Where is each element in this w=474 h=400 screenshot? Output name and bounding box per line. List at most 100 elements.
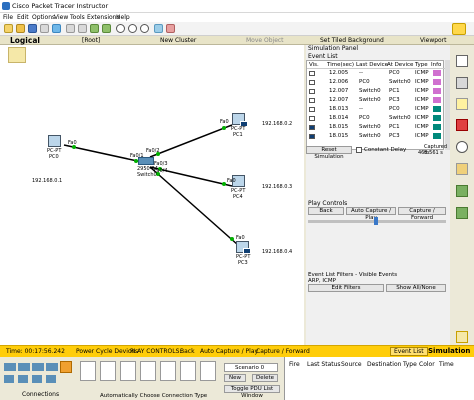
fiber-icon[interactable]	[160, 361, 176, 381]
draw-shape-icon[interactable]	[456, 163, 468, 175]
open-icon[interactable]	[16, 24, 25, 33]
zoom-in-icon[interactable]	[116, 24, 125, 33]
col-time: Time(sec)	[327, 62, 355, 68]
event-time: 18.014	[329, 115, 349, 121]
edit-filters-button[interactable]: Edit Filters	[308, 284, 384, 292]
switch-port-b-label: Fa0/2	[146, 148, 160, 154]
add-complex-pdu-icon[interactable]	[456, 207, 468, 219]
menu-edit[interactable]: Edit	[17, 14, 29, 21]
event-type: ICMP	[415, 106, 429, 112]
event-list-header: Vis. Time(sec) Last Device At Device Typ…	[307, 62, 445, 69]
menu-extensions[interactable]: Extensions	[87, 14, 120, 21]
connections-category-icon[interactable]	[60, 361, 72, 373]
event-row[interactable]: 12.007 Switch0 PC3 ICMP	[307, 97, 445, 104]
pc4-name-label: PC4	[233, 194, 243, 200]
straight-through-icon[interactable]	[120, 361, 136, 381]
new-icon[interactable]	[4, 24, 13, 33]
crossover-icon[interactable]	[140, 361, 156, 381]
hubs-category-icon[interactable]	[32, 363, 44, 371]
delete-scenario-button[interactable]: Delete	[252, 374, 278, 382]
event-row[interactable]: 18.015 Switch0 PC1 ICMP	[307, 124, 445, 131]
event-time: 18.015	[329, 124, 349, 130]
wireless-category-icon[interactable]	[46, 363, 58, 371]
power-cycle-button[interactable]: Power Cycle Devices	[76, 348, 138, 355]
logical-workspace[interactable]: PC-PT PC0 192.168.0.1 Fa0 2950-24 Switch…	[0, 45, 304, 345]
routers-category-icon[interactable]	[4, 363, 16, 371]
select-icon[interactable]	[456, 55, 468, 67]
event-type: ICMP	[415, 70, 429, 76]
toggle-pdu-list-button[interactable]: Toggle PDU List Window	[224, 385, 280, 399]
status-back-button[interactable]: Back	[180, 348, 195, 355]
viewport-button[interactable]: Viewport	[420, 37, 447, 44]
menu-view[interactable]: View	[54, 14, 68, 21]
logical-tab[interactable]: Logical	[10, 36, 40, 45]
zoom-out-icon[interactable]	[140, 24, 149, 33]
sim-panel-title: Simulation Panel	[308, 45, 359, 52]
constant-delay-checkbox[interactable]	[356, 147, 362, 153]
new-cluster-button[interactable]: New Cluster	[160, 37, 196, 44]
coaxial-icon[interactable]	[200, 361, 216, 381]
save-icon[interactable]	[28, 24, 37, 33]
multiuser-category-icon[interactable]	[46, 375, 56, 383]
capture-forward-button[interactable]: Capture / Forward	[398, 207, 446, 221]
wan-emulation-category-icon[interactable]	[18, 375, 28, 383]
col-type: Type	[415, 62, 428, 68]
pc0-name-label: PC0	[49, 154, 59, 160]
end-devices-category-icon[interactable]	[4, 375, 14, 383]
delete-icon[interactable]	[456, 119, 468, 131]
menu-help[interactable]: Help	[116, 14, 130, 21]
inspect-icon[interactable]	[456, 141, 468, 153]
event-row[interactable]: 18.015 Switch0 PC3 ICMP	[307, 133, 445, 140]
simulation-mode-tab[interactable]: Simulation	[428, 347, 470, 355]
help-icon[interactable]	[452, 23, 466, 35]
auto-capture-play-button[interactable]: Auto Capture / Play	[346, 207, 396, 221]
pdu-list-table[interactable]: Fire Last Status Source Destination Type…	[284, 357, 474, 400]
root-label[interactable]: [Root]	[82, 37, 100, 44]
menu-tools[interactable]: Tools	[70, 14, 85, 21]
zoom-reset-icon[interactable]	[128, 24, 137, 33]
auto-connection-icon[interactable]	[80, 361, 96, 381]
redo-icon[interactable]	[102, 24, 111, 33]
scenario-select[interactable]: Scenario 0	[224, 363, 278, 372]
copy-icon[interactable]	[66, 24, 75, 33]
phone-cable-icon[interactable]	[180, 361, 196, 381]
move-object-button[interactable]: Move Object	[246, 37, 284, 44]
custom-device-icon[interactable]	[166, 24, 175, 33]
event-row[interactable]: 18.014 PC0 Switch0 ICMP	[307, 115, 445, 122]
pc0-icon[interactable]	[48, 135, 61, 147]
simulation-mode-icon[interactable]	[456, 331, 468, 343]
reset-simulation-button[interactable]: Reset Simulation	[306, 146, 352, 160]
event-row[interactable]: 12.005 -- PC0 ICMP	[307, 70, 445, 77]
event-row[interactable]: 18.013 -- PC0 ICMP	[307, 106, 445, 113]
playback-speed-thumb[interactable]	[374, 217, 378, 225]
paste-icon[interactable]	[78, 24, 87, 33]
custom-devices-category-icon[interactable]	[32, 375, 42, 383]
topology-links	[63, 124, 239, 246]
menu-file[interactable]: File	[3, 14, 13, 21]
new-scenario-button[interactable]: New	[224, 374, 246, 382]
console-cable-icon[interactable]	[100, 361, 116, 381]
drawing-palette-icon[interactable]	[154, 24, 163, 33]
switches-category-icon[interactable]	[18, 363, 30, 371]
back-button[interactable]: Back	[308, 207, 344, 215]
note-icon[interactable]	[456, 98, 468, 110]
status-capture-forward-button[interactable]: Capture / Forward	[256, 348, 310, 355]
event-last-device: Switch0	[359, 88, 381, 94]
undo-icon[interactable]	[90, 24, 99, 33]
vis-envelope-icon	[309, 125, 315, 130]
hand-icon[interactable]	[456, 77, 468, 89]
event-list-table[interactable]: Vis. Time(sec) Last Device At Device Typ…	[306, 60, 445, 150]
app-icon	[2, 2, 10, 10]
show-all-none-button[interactable]: Show All/None	[386, 284, 446, 292]
status-auto-capture-button[interactable]: Auto Capture / Play	[200, 348, 258, 355]
title-bar: Cisco Packet Tracer Instructor	[0, 0, 474, 13]
event-row[interactable]: 12.006 PC0 Switch0 ICMP	[307, 79, 445, 86]
activity-wizard-icon[interactable]	[52, 24, 61, 33]
set-tiled-background-button[interactable]: Set Tiled Background	[320, 37, 384, 44]
menu-options[interactable]: Options	[32, 14, 55, 21]
event-row[interactable]: 12.007 Switch0 PC1 ICMP	[307, 88, 445, 95]
event-type: ICMP	[415, 97, 429, 103]
event-list-button[interactable]: Event List	[390, 347, 428, 356]
print-icon[interactable]	[40, 24, 49, 33]
add-simple-pdu-icon[interactable]	[456, 185, 468, 197]
